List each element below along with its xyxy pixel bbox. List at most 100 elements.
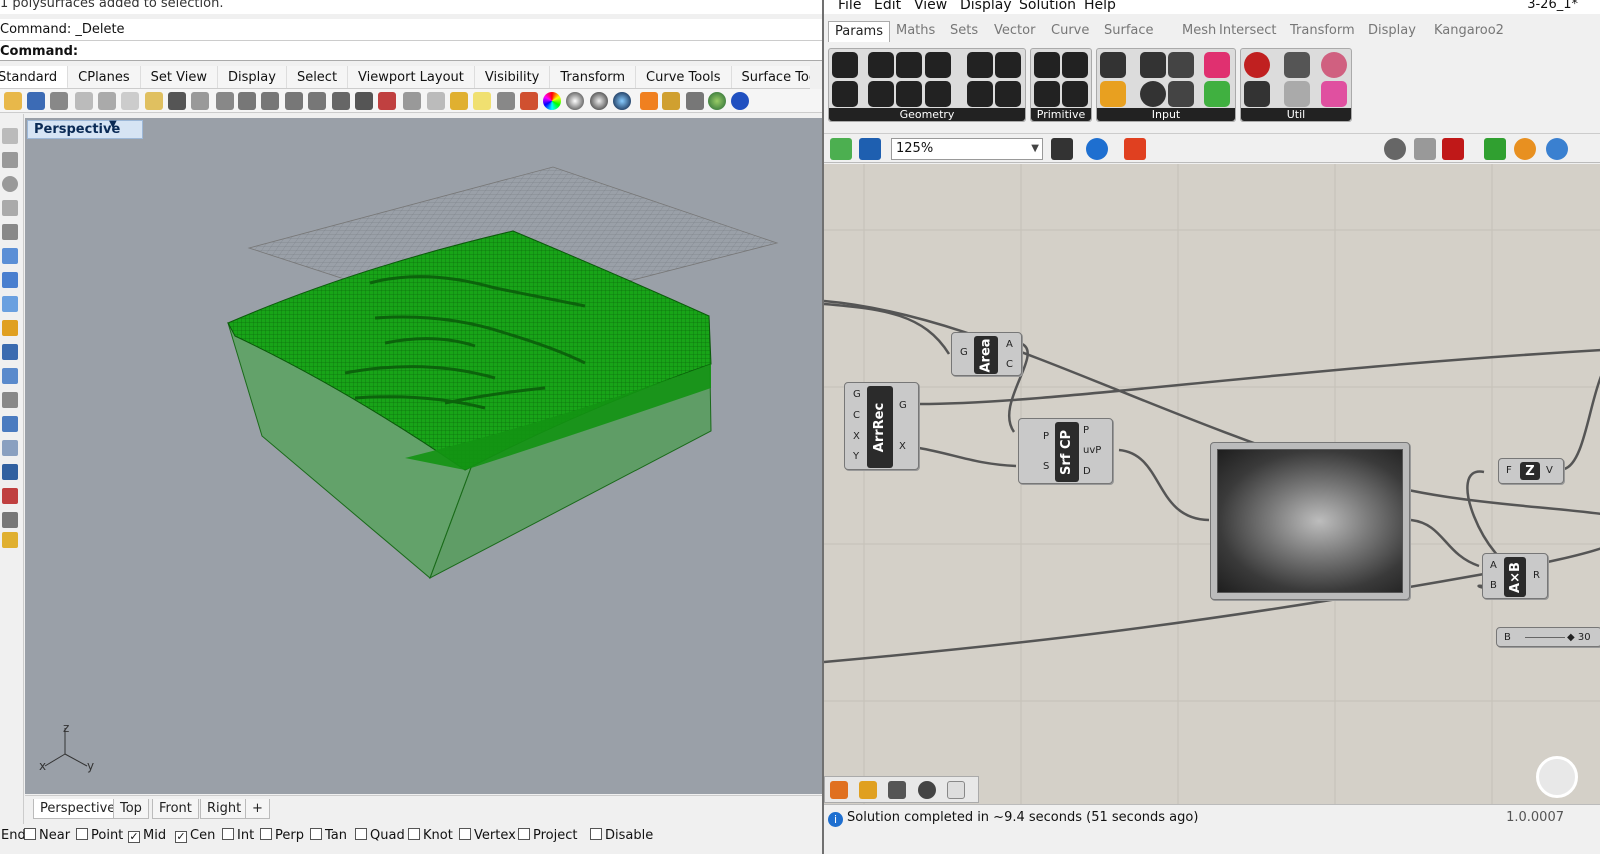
preview-eye-icon[interactable]: [1086, 138, 1108, 160]
gh-canvas[interactable]: Area G A C ArrRec G C X Y G X Srf CP P S…: [824, 164, 1600, 804]
vp-tab-top[interactable]: Top: [113, 799, 149, 819]
number-slider[interactable]: B ◆ 30: [1496, 627, 1600, 647]
split-icon[interactable]: [2, 440, 18, 456]
osnap-vertex[interactable]: Vertex: [459, 828, 516, 844]
command-prompt-input[interactable]: Command:: [0, 40, 822, 61]
mesh-icon[interactable]: [2, 296, 18, 312]
osnap-tan[interactable]: Tan: [310, 828, 347, 844]
osnap-checkbox[interactable]: [590, 828, 602, 840]
osnap-checkbox[interactable]: [310, 828, 322, 840]
cloud-icon[interactable]: [947, 781, 965, 799]
solid-icon[interactable]: [2, 272, 18, 288]
osnap-disable[interactable]: Disable: [590, 828, 653, 844]
osnap-end[interactable]: End: [0, 828, 26, 844]
point-icon[interactable]: [2, 128, 18, 144]
rotate-view-icon[interactable]: [216, 92, 234, 110]
ctab-transform[interactable]: Transform: [1290, 23, 1355, 38]
gear-icon[interactable]: [918, 781, 936, 799]
param-field-icon[interactable]: [995, 81, 1021, 107]
osnap-checkbox[interactable]: [222, 828, 234, 840]
node-area[interactable]: Area G A C: [951, 332, 1022, 376]
color-wheel-icon[interactable]: [543, 92, 561, 110]
four-view-icon[interactable]: [355, 92, 373, 110]
osnap-checkbox[interactable]: [459, 828, 471, 840]
preview-selected-icon[interactable]: [1484, 138, 1506, 160]
tab-select[interactable]: Select: [287, 66, 349, 88]
transform-icon[interactable]: [2, 344, 18, 360]
options-icon[interactable]: [662, 92, 680, 110]
input-import-icon[interactable]: [1100, 52, 1126, 78]
copy-icon[interactable]: [121, 92, 139, 110]
ctab-intersect[interactable]: Intersect: [1219, 23, 1277, 38]
ctab-sets[interactable]: Sets: [950, 23, 978, 38]
analyze-icon[interactable]: [2, 488, 18, 504]
tab-transform[interactable]: Transform: [550, 66, 637, 88]
ctab-kangaroo2[interactable]: Kangaroo2: [1434, 23, 1504, 38]
ctab-surface[interactable]: Surface: [1104, 23, 1154, 38]
lock-icon[interactable]: [427, 92, 445, 110]
osnap-checkbox[interactable]: [24, 828, 36, 840]
curve-icon[interactable]: [2, 224, 18, 240]
circle-icon[interactable]: [2, 176, 18, 192]
check-icon[interactable]: [2, 512, 18, 528]
param-surface-icon[interactable]: [925, 81, 951, 107]
osnap-quad[interactable]: Quad: [355, 828, 405, 844]
save-file-icon[interactable]: [859, 138, 881, 160]
ctab-curve[interactable]: Curve: [1051, 23, 1089, 38]
menu-edit[interactable]: Edit: [874, 0, 901, 12]
preview-shaded-icon[interactable]: [1442, 138, 1464, 160]
menu-display[interactable]: Display: [960, 0, 1012, 12]
input-gradient-icon[interactable]: [1204, 52, 1230, 78]
param-integer-icon[interactable]: [1034, 81, 1060, 107]
menu-file[interactable]: File: [838, 0, 861, 12]
param-circle-icon[interactable]: [868, 52, 894, 78]
render-icon[interactable]: [2, 320, 18, 336]
input-toggle-icon[interactable]: [1140, 52, 1166, 78]
light-bulb-icon[interactable]: [473, 92, 491, 110]
zoom-select[interactable]: 125% ▼: [891, 138, 1043, 160]
util-tree-icon[interactable]: [1244, 81, 1270, 107]
paste-icon[interactable]: [145, 92, 163, 110]
osnap-checkbox[interactable]: ✓: [128, 831, 140, 843]
viewport-menu-icon[interactable]: ▼: [109, 119, 117, 130]
dimension-tool-icon[interactable]: [2, 464, 18, 480]
node-z[interactable]: Z F V: [1498, 458, 1564, 484]
zoom-selected-icon[interactable]: [308, 92, 326, 110]
util-relay-icon[interactable]: [1321, 52, 1347, 78]
osnap-knot[interactable]: Knot: [408, 828, 453, 844]
rectangle-icon[interactable]: [2, 200, 18, 216]
layer-icon[interactable]: [520, 92, 538, 110]
tab-cplanes[interactable]: CPlanes: [68, 66, 141, 88]
osnap-checkbox[interactable]: ✓: [175, 831, 187, 843]
osnap-checkbox[interactable]: [260, 828, 272, 840]
param-brep-icon[interactable]: [967, 81, 993, 107]
vp-tab-right[interactable]: Right: [200, 799, 249, 819]
tab-viewport-layout[interactable]: Viewport Layout: [348, 66, 475, 88]
sketch-icon[interactable]: [1124, 138, 1146, 160]
util-hollow-arrow-icon[interactable]: [1284, 81, 1310, 107]
util-flask-icon[interactable]: [1321, 81, 1347, 107]
print-icon[interactable]: [50, 92, 68, 110]
cut-icon[interactable]: [98, 92, 116, 110]
tab-visibility[interactable]: Visibility: [475, 66, 551, 88]
timer-icon[interactable]: [1536, 756, 1578, 798]
material-icon[interactable]: [1514, 138, 1536, 160]
zoom-extents-icon[interactable]: [1051, 138, 1073, 160]
ctab-display[interactable]: Display: [1368, 23, 1416, 38]
pan-icon[interactable]: [191, 92, 209, 110]
osnap-point[interactable]: Point: [76, 828, 123, 844]
param-plane-icon[interactable]: [925, 52, 951, 78]
util-cherry-icon[interactable]: [1244, 52, 1270, 78]
open-icon[interactable]: [4, 92, 22, 110]
input-graph-icon[interactable]: [1100, 81, 1126, 107]
material-icon[interactable]: [566, 92, 584, 110]
trim-icon[interactable]: [2, 416, 18, 432]
open-file-icon[interactable]: [830, 138, 852, 160]
osnap-checkbox[interactable]: [518, 828, 530, 840]
snap-icon[interactable]: [450, 92, 468, 110]
input-list-icon[interactable]: [1168, 81, 1194, 107]
move-icon[interactable]: [2, 392, 18, 408]
ctab-maths[interactable]: Maths: [896, 23, 935, 38]
osnap-near[interactable]: Near: [24, 828, 70, 844]
help-icon[interactable]: [731, 92, 749, 110]
